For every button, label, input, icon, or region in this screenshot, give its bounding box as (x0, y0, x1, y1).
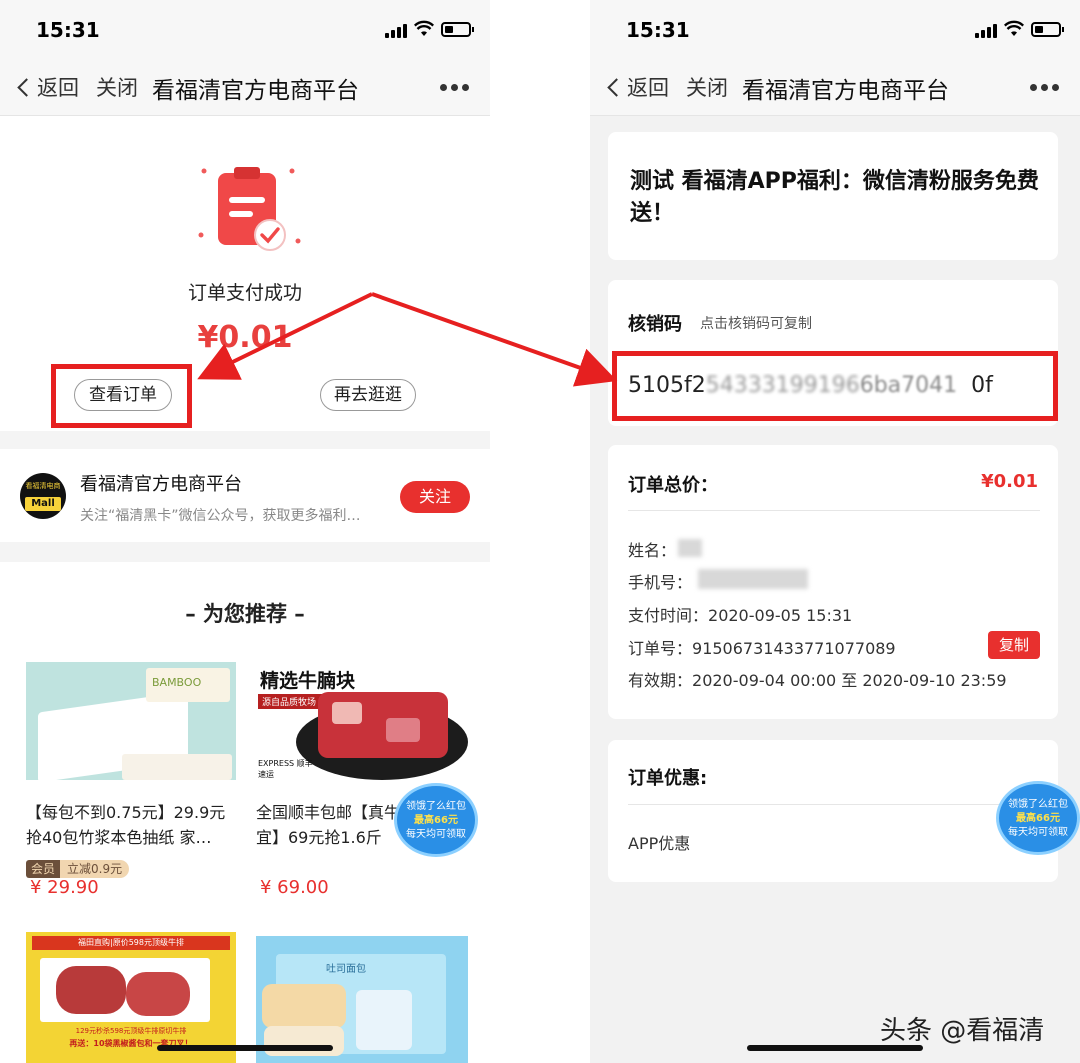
status-time: 15:31 (36, 18, 100, 42)
badge-line: 领饿了么红包 (406, 801, 466, 812)
right-screen: 15:31 返回 关闭 看福清官方电商平台 测试 看福清APP福利：微信清粉服务… (590, 0, 1080, 1063)
red-packet-badge[interactable]: 领饿了么红包 最高66元 每天均可领取 (996, 781, 1080, 855)
back-button[interactable]: 返回 (607, 72, 669, 102)
order-discount-card: 订单优惠: APP优惠 (608, 740, 1058, 882)
discount-label: 立减0.9元 (60, 860, 130, 878)
product-price: ¥ 29.90 (30, 877, 99, 898)
back-label: 返回 (37, 76, 79, 100)
member-discount-tag: 会员 立减0.9元 (26, 860, 130, 878)
order-number-label: 订单号： (628, 639, 693, 658)
discount-title: 订单优惠: (628, 768, 708, 789)
highlight-box-code (612, 351, 1058, 421)
close-button[interactable]: 关闭 (686, 72, 728, 102)
chevron-left-icon (607, 77, 626, 97)
status-bar: 15:31 (590, 0, 1080, 60)
wifi-icon (414, 20, 434, 36)
divider (628, 804, 1040, 805)
name-redacted (678, 539, 702, 557)
phone-redacted (698, 569, 808, 589)
pay-time-value: 2020-09-05 15:31 (708, 606, 853, 625)
payment-status: 订单支付成功 (187, 282, 302, 304)
shop-logo: 看福清电商 Mall (20, 473, 66, 519)
product-image-label: 精选牛腩块 (260, 670, 356, 692)
wifi-icon (1004, 20, 1024, 36)
validity-row: 有效期：2020-09-04 00:00 至 2020-09-10 23:59 (628, 667, 1007, 691)
follow-button[interactable]: 关注 (400, 481, 470, 513)
order-number-row: 订单号：915067314337710770​89 (628, 635, 896, 659)
battery-icon (1031, 22, 1064, 37)
redeem-code-hint: 点击核销码可复制 (700, 316, 812, 332)
recommend-title: – 为您推荐 – (185, 602, 305, 626)
discount-item: APP优惠 (628, 834, 691, 853)
divider (0, 542, 490, 562)
validity-label: 有效期： (628, 671, 693, 690)
status-time: 15:31 (626, 18, 690, 42)
badge-line: 最高66元 (1016, 813, 1060, 824)
total-label: 订单总价： (628, 475, 718, 496)
left-screen: 15:31 返回 关闭 看福清官方电商平台 订单支付成功 ¥0.01 查看订单 … (0, 0, 490, 1063)
shop-logo-text: 看福清电商 (25, 482, 61, 490)
product-image-sublabel: 129元秒杀598元顶级牛排原切牛排 (75, 1027, 187, 1035)
nav-title: 看福清官方电商平台 (742, 78, 949, 104)
product-image-bread[interactable]: 吐司面包 (256, 936, 468, 1063)
chevron-left-icon (17, 77, 36, 97)
more-icon[interactable] (1030, 84, 1060, 92)
product-price: ¥ 69.00 (260, 877, 329, 898)
nav-title: 看福清官方电商平台 (152, 78, 359, 104)
name-label: 姓名： (628, 541, 677, 560)
order-product-title: 测试 看福清APP福利：微信清粉服务免费送！ (630, 169, 1039, 226)
product-image-tissue[interactable]: BAMBOO (26, 662, 236, 780)
product-image-beef[interactable]: 精选牛腩块 源自品质牧场 进口品质牛腩 EXPRESS 顺丰速运 (256, 662, 468, 780)
order-success-icon (198, 167, 301, 251)
divider (0, 431, 490, 449)
product-image-steak[interactable]: 福田直购|原价598元顶级牛排 129元秒杀598元顶级牛排原切牛排 再送：10… (26, 932, 236, 1063)
signal-icon (385, 24, 409, 38)
product-title-card: 测试 看福清APP福利：微信清粉服务免费送！ (608, 132, 1058, 260)
signal-icon (975, 24, 999, 38)
divider (628, 510, 1040, 511)
product-image-label: 吐司面包 (326, 964, 366, 975)
order-number-value: 915067314337710770​89 (692, 639, 896, 658)
more-icon[interactable] (440, 84, 470, 92)
highlight-box-view-order (51, 364, 192, 428)
nav-bar: 返回 关闭 看福清官方电商平台 (590, 60, 1080, 116)
nav-bar: 返回 关闭 看福清官方电商平台 (0, 60, 490, 116)
product-image-label: 福田直购|原价598元顶级牛排 (32, 936, 230, 950)
phone-label: 手机号： (628, 573, 693, 592)
close-button[interactable]: 关闭 (96, 72, 138, 102)
product-title[interactable]: 【每包不到0.75元】29.9元抢40包竹浆本色抽纸 家… (26, 800, 238, 850)
badge-line: 最高66元 (414, 815, 458, 826)
shop-description: 关注“福清黑卡”微信公众号，获取更多福利… (80, 508, 361, 524)
back-button[interactable]: 返回 (17, 72, 79, 102)
battery-icon (441, 22, 474, 37)
redeem-code-label: 核销码 (628, 314, 682, 335)
badge-line: 每天均可领取 (1008, 827, 1068, 838)
shop-name: 看福清官方电商平台 (80, 474, 242, 495)
separator (490, 0, 590, 1063)
member-label: 会员 (26, 860, 61, 878)
continue-shopping-button[interactable]: 再去逛逛 (320, 379, 416, 411)
shop-logo-mall: Mall (25, 497, 61, 511)
badge-line: 领饿了么红包 (1008, 799, 1068, 810)
home-indicator (157, 1045, 333, 1051)
copy-button[interactable]: 复制 (988, 631, 1040, 659)
order-detail-card: 订单总价： ¥0.01 姓名： 手机号： 支付时间：2020-09-05 15:… (608, 445, 1058, 719)
validity-value: 2020-09-04 00:00 至 2020-09-10 23:59 (692, 671, 1007, 690)
status-bar: 15:31 (0, 0, 490, 60)
watermark: 头条 @看福清 (880, 1016, 1045, 1046)
back-label: 返回 (627, 76, 669, 100)
product-image-express: EXPRESS 顺丰速运 (258, 759, 313, 779)
pay-time-label: 支付时间： (628, 606, 709, 625)
pay-time-row: 支付时间：2020-09-05 15:31 (628, 602, 852, 626)
total-value: ¥0.01 (981, 471, 1038, 492)
product-image-label: BAMBOO (152, 676, 202, 689)
payment-amount: ¥0.01 (197, 320, 293, 355)
badge-line: 每天均可领取 (406, 829, 466, 840)
red-packet-badge[interactable]: 领饿了么红包 最高66元 每天均可领取 (394, 783, 478, 857)
